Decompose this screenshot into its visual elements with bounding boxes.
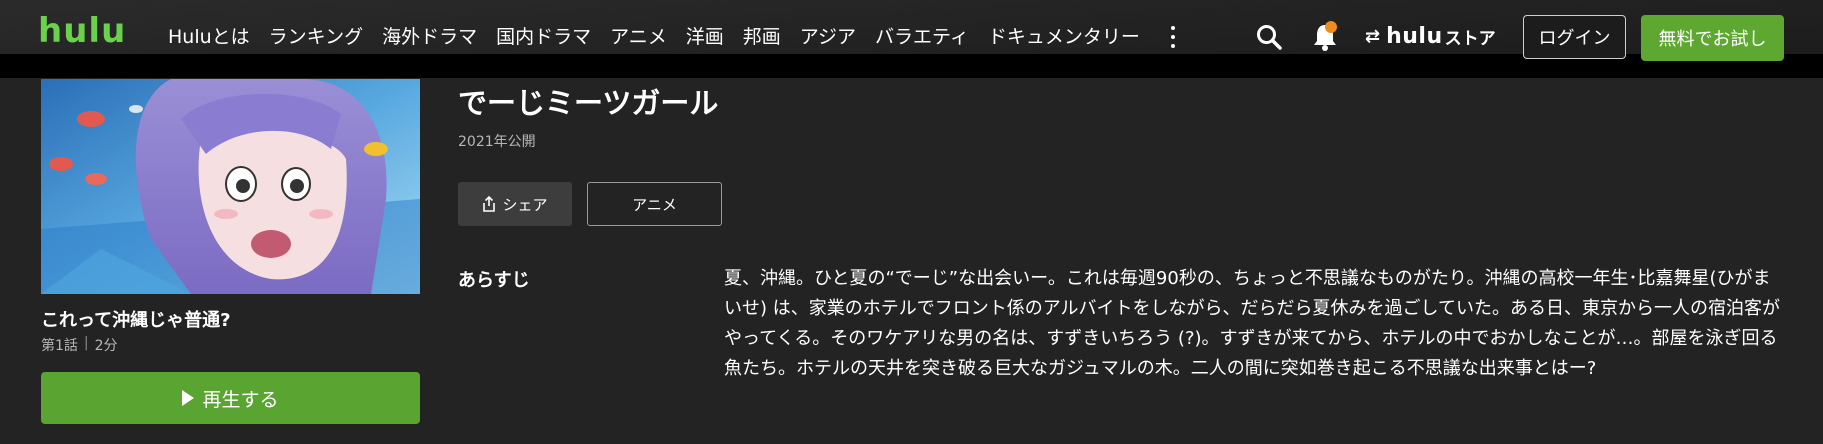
release-year: 2021年公開 (458, 134, 536, 150)
meta-separator: | (83, 335, 89, 351)
store-suffix: ストア (1444, 29, 1496, 49)
nav-item-foreign-drama[interactable]: 海外ドラマ (382, 24, 477, 50)
genre-tag-anime[interactable]: アニメ (587, 182, 722, 226)
episode-thumbnail[interactable] (41, 79, 420, 294)
episode-meta: 第1話 | 2分 (41, 335, 118, 355)
share-button[interactable]: シェア (458, 182, 572, 226)
main-nav: Huluとは ランキング 海外ドラマ 国内ドラマ アニメ 洋画 邦画 アジア バ… (168, 24, 1159, 50)
share-icon (483, 196, 496, 212)
hulu-logo[interactable]: hulu (38, 14, 126, 48)
nav-item-anime[interactable]: アニメ (610, 24, 667, 50)
nav-item-documentary[interactable]: ドキュメンタリー (988, 24, 1140, 50)
episode-number: 第1話 (41, 338, 78, 354)
synopsis-text: 夏、沖縄。ひと夏の“でーじ”な出会いー。これは毎週90秒の、ちょっと不思議なもの… (724, 268, 1781, 379)
nav-item-japanese-film[interactable]: 邦画 (743, 24, 781, 50)
nav-item-western-film[interactable]: 洋画 (686, 24, 724, 50)
play-button[interactable]: 再生する (41, 372, 420, 424)
nav-item-about[interactable]: Huluとは (168, 24, 250, 50)
episode-title[interactable]: これって沖縄じゃ普通? (41, 306, 231, 332)
nav-item-asia[interactable]: アジア (800, 24, 856, 50)
nav-item-variety[interactable]: バラエティ (875, 24, 969, 50)
free-trial-button[interactable]: 無料でお試し (1641, 15, 1784, 61)
store-brand: hulu (1386, 24, 1443, 49)
kebab-icon[interactable] (1167, 26, 1179, 48)
thumbnail-illustration (41, 79, 420, 294)
swap-arrows-icon: ⇄ (1365, 26, 1381, 47)
share-label: シェア (502, 195, 548, 214)
play-icon (182, 390, 195, 406)
nav-item-domestic-drama[interactable]: 国内ドラマ (496, 24, 591, 50)
login-button[interactable]: ログイン (1523, 15, 1626, 59)
synopsis-label: あらすじ (458, 270, 530, 291)
play-label: 再生する (202, 388, 279, 411)
notification-dot (1325, 21, 1337, 33)
hulu-store-link[interactable]: ⇄ hulu ストア (1365, 24, 1496, 49)
search-icon[interactable] (1255, 23, 1283, 51)
nav-item-ranking[interactable]: ランキング (269, 24, 363, 50)
series-title: でーじミーツガール (458, 86, 719, 120)
episode-duration: 2分 (94, 338, 118, 354)
